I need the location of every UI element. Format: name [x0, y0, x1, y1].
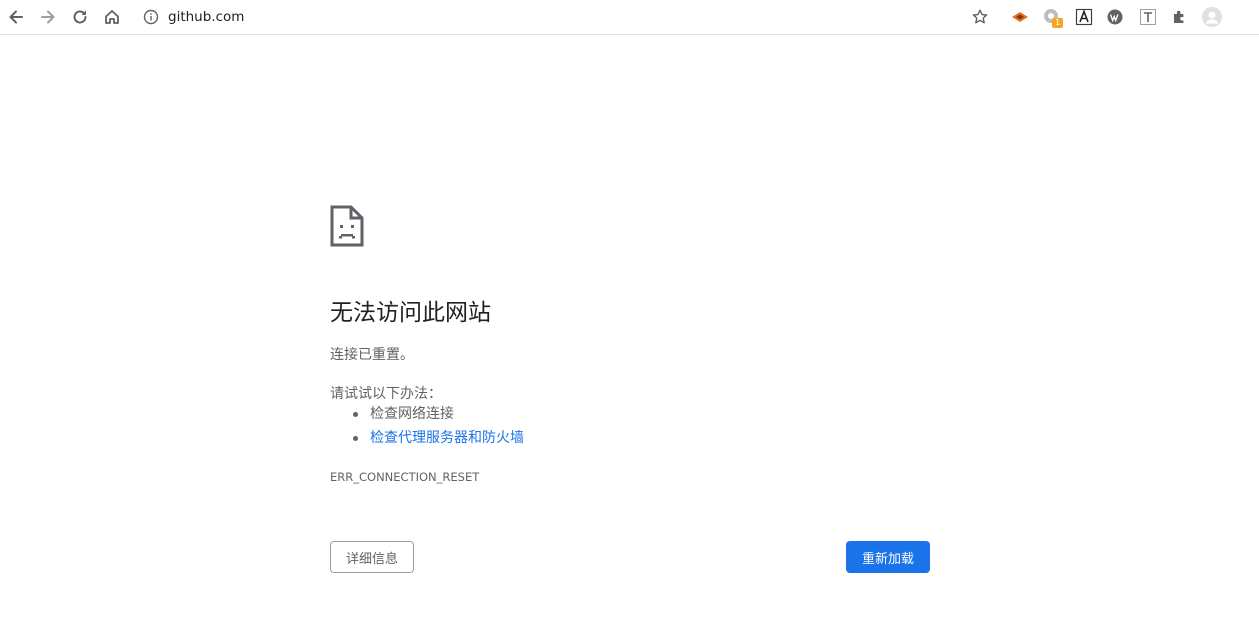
suggestion-check-proxy-link[interactable]: 检查代理服务器和防火墙	[353, 426, 524, 450]
home-button[interactable]	[99, 4, 125, 30]
reload-icon	[73, 10, 87, 24]
text-t-icon	[1140, 9, 1156, 25]
font-a-icon	[1075, 8, 1093, 26]
extensions-button[interactable]	[1168, 5, 1192, 29]
reload-page-button[interactable]	[67, 4, 93, 30]
extension-4-button[interactable]	[1103, 5, 1127, 29]
extension-2-button[interactable]: 1	[1040, 5, 1064, 29]
back-button[interactable]	[3, 4, 29, 30]
details-button[interactable]: 详细信息	[330, 541, 414, 573]
forward-button[interactable]	[35, 4, 61, 30]
error-message: 连接已重置。	[330, 347, 414, 363]
extension-5-button[interactable]	[1136, 5, 1160, 29]
wordpress-icon	[1107, 9, 1123, 25]
arrow-left-icon	[9, 10, 23, 24]
browser-toolbar: github.com 1	[0, 0, 1259, 35]
home-icon	[105, 10, 119, 24]
error-title: 无法访问此网站	[330, 300, 491, 326]
suggestion-list: 检查网络连接 检查代理服务器和防火墙	[353, 402, 524, 450]
suggestion-check-network: 检查网络连接	[353, 402, 524, 426]
star-icon[interactable]	[971, 8, 989, 26]
reload-button[interactable]: 重新加载	[846, 541, 930, 573]
extension-brand-icon	[1012, 12, 1028, 22]
profile-button[interactable]	[1200, 5, 1224, 29]
url-text[interactable]: github.com	[168, 9, 244, 25]
info-icon[interactable]	[143, 9, 159, 25]
arrow-right-icon	[41, 10, 55, 24]
extension-badge: 1	[1052, 18, 1063, 28]
extension-1-button[interactable]	[1008, 5, 1032, 29]
extension-3-button[interactable]	[1072, 5, 1096, 29]
address-bar[interactable]: github.com	[134, 3, 998, 31]
try-heading: 请试试以下办法：	[330, 386, 442, 402]
sad-document-icon	[330, 205, 364, 247]
error-code: ERR_CONNECTION_RESET	[330, 470, 480, 484]
avatar-icon	[1202, 7, 1222, 27]
puzzle-icon	[1174, 10, 1184, 23]
